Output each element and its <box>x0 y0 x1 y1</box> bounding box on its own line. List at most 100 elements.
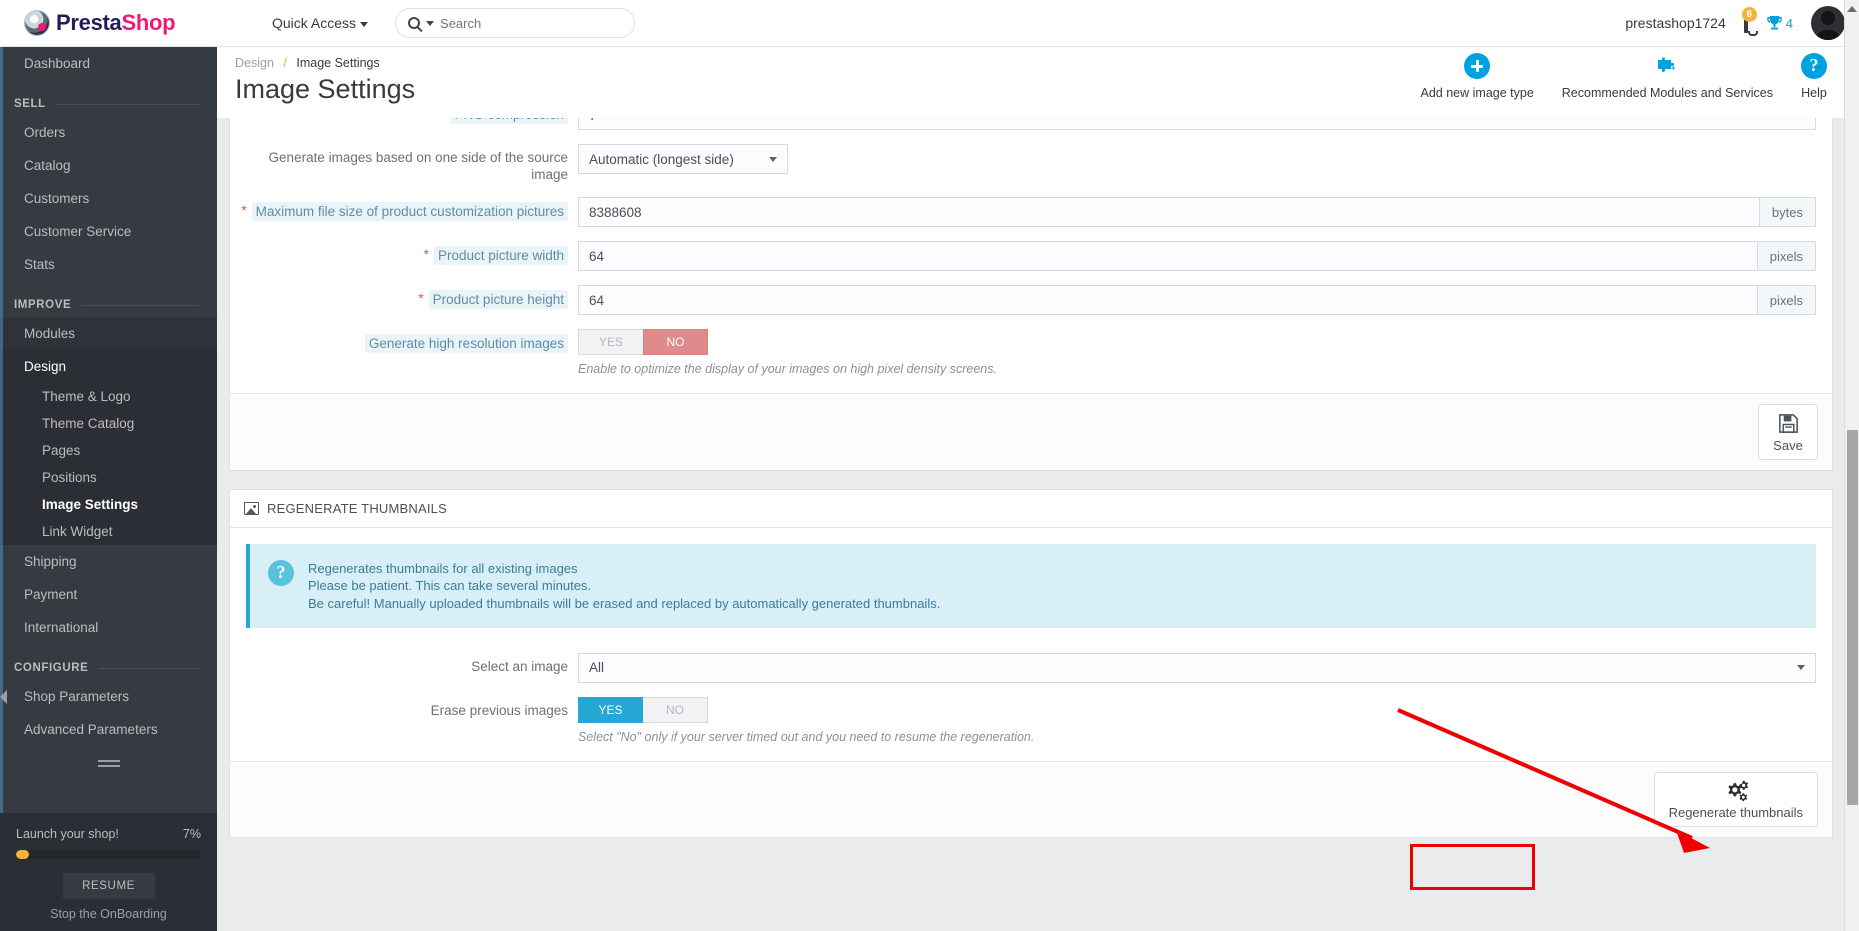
sidebar-item-shipping[interactable]: Shipping <box>0 545 217 578</box>
prestashop-logo-icon <box>24 10 50 36</box>
high-resolution-label[interactable]: Generate high resolution images <box>364 334 568 353</box>
regenerate-thumbnails-header: REGENERATE THUMBNAILS <box>230 490 1832 528</box>
sidebar-item-customers[interactable]: Customers <box>0 182 217 215</box>
sidebar-item-international[interactable]: International <box>0 611 217 644</box>
achievements-button[interactable]: 4 <box>1766 15 1793 31</box>
sidebar-item-stats[interactable]: Stats <box>0 248 217 281</box>
recommended-modules-button[interactable]: Recommended Modules and Services <box>1548 49 1787 104</box>
notifications-button[interactable]: 6 <box>1741 7 1757 33</box>
prestashop-logo[interactable]: PrestaShop <box>24 10 176 36</box>
max-file-size-label[interactable]: Maximum file size of product customizati… <box>251 202 568 221</box>
sidebar-item-advanced-parameters[interactable]: Advanced Parameters <box>0 713 217 746</box>
erase-previous-images-toggle[interactable]: YES NO <box>578 696 1816 723</box>
sidebar-item-shop-parameters[interactable]: Shop Parameters <box>0 680 217 713</box>
onboarding-progress-track <box>16 850 201 859</box>
erase-previous-yes-option[interactable]: YES <box>578 696 643 723</box>
regenerate-thumbnails-button[interactable]: Regenerate thumbnails <box>1653 771 1818 827</box>
sidebar-item-dashboard[interactable]: Dashboard <box>0 47 217 80</box>
breadcrumb-separator: / <box>283 56 287 70</box>
product-picture-width-input[interactable] <box>578 241 1758 271</box>
high-resolution-no-option[interactable]: NO <box>643 329 708 355</box>
sidebar-item-payment[interactable]: Payment <box>0 578 217 611</box>
max-file-size-label-wrap: * Maximum file size of product customiza… <box>230 197 578 221</box>
select-an-image-field: All <box>578 652 1832 683</box>
generate-images-based-on-select[interactable]: Automatic (longest side) <box>578 144 788 174</box>
png-compression-field <box>578 118 1832 130</box>
sidebar-item-theme-and-logo[interactable]: Theme & Logo <box>0 383 217 410</box>
scroll-up-arrow-icon[interactable] <box>1847 6 1857 12</box>
required-asterisk: * <box>241 203 247 218</box>
product-picture-width-label[interactable]: Product picture width <box>433 246 568 265</box>
max-file-size-input[interactable] <box>578 197 1760 227</box>
product-picture-width-label-wrap: * Product picture width <box>230 241 578 265</box>
main-sidebar: Dashboard SELL Orders Catalog Customers … <box>0 0 217 931</box>
high-resolution-label-wrap: Generate high resolution images <box>230 329 578 353</box>
sidebar-item-design-group: Design Theme & Logo Theme Catalog Pages … <box>0 350 217 545</box>
divider <box>98 667 199 669</box>
sidebar-collapse-handle[interactable] <box>0 746 217 777</box>
alert-line-3: Be careful! Manually uploaded thumbnails… <box>308 595 941 611</box>
form-row-product-picture-width: * Product picture width pixels <box>230 234 1832 278</box>
high-resolution-yes-option[interactable]: YES <box>578 329 643 355</box>
select-an-image-select[interactable]: All <box>578 652 1816 683</box>
shop-name-label[interactable]: prestashop1724 <box>1625 15 1725 31</box>
search-icon <box>408 17 421 29</box>
onboarding-resume-button[interactable]: RESUME <box>62 873 155 899</box>
sidebar-item-catalog[interactable]: Catalog <box>0 149 217 182</box>
product-picture-height-label-wrap: * Product picture height <box>230 285 578 309</box>
page-scrollbar[interactable] <box>1844 0 1859 931</box>
breadcrumb-parent-link[interactable]: Design <box>235 56 274 70</box>
image-settings-footer: Save <box>230 393 1832 470</box>
search-input[interactable] <box>440 15 611 31</box>
help-label: Help <box>1801 86 1827 100</box>
generate-images-based-on-field: Automatic (longest side) <box>578 144 1832 174</box>
form-row-max-file-size: * Maximum file size of product customiza… <box>230 190 1832 234</box>
form-row-erase-previous-images: Erase previous images YES NO Select "No"… <box>230 690 1832 751</box>
page-toolbar: Add new image type Recommended Modules a… <box>1407 49 1841 104</box>
sidebar-item-positions[interactable]: Positions <box>0 464 217 491</box>
add-new-image-type-button[interactable]: Add new image type <box>1407 49 1548 104</box>
form-row-generate-images-based-on: Generate images based on one side of the… <box>230 137 1832 190</box>
png-compression-input[interactable] <box>578 118 1816 130</box>
page-header: Design / Image Settings Image Settings A… <box>217 47 1859 118</box>
product-picture-width-field: pixels <box>578 241 1832 271</box>
regenerate-panel-footer: Regenerate thumbnails <box>230 760 1832 837</box>
brand-text-second: Shop <box>121 10 176 35</box>
sidebar-item-pages[interactable]: Pages <box>0 437 217 464</box>
high-resolution-toggle[interactable]: YES NO <box>578 329 1816 355</box>
brand-area[interactable]: PrestaShop <box>0 0 217 47</box>
scrollbar-thumb[interactable] <box>1847 430 1858 805</box>
regenerate-thumbnails-panel: REGENERATE THUMBNAILS ? Regenerates thum… <box>229 489 1833 838</box>
save-button[interactable]: Save <box>1758 404 1818 460</box>
hamburger-line <box>97 765 120 767</box>
help-button[interactable]: ? Help <box>1787 49 1841 104</box>
product-picture-height-label[interactable]: Product picture height <box>428 290 568 309</box>
quick-access-menu[interactable]: Quick Access <box>272 15 369 31</box>
page-content: * JPEG compression * PNG compression <box>217 118 1845 931</box>
search-scope-chevron-down-icon[interactable] <box>426 20 435 26</box>
avatar[interactable] <box>1811 6 1845 40</box>
sidebar-item-orders[interactable]: Orders <box>0 116 217 149</box>
product-picture-height-field: pixels <box>578 285 1832 315</box>
sidebar-item-theme-catalog[interactable]: Theme Catalog <box>0 410 217 437</box>
sidebar-item-image-settings[interactable]: Image Settings <box>0 491 217 518</box>
image-settings-panel: * JPEG compression * PNG compression <box>229 118 1833 471</box>
product-picture-width-unit: pixels <box>1757 241 1816 271</box>
question-circle-icon: ? <box>268 560 294 586</box>
global-search[interactable] <box>395 8 636 38</box>
sidebar-section-configure: CONFIGURE <box>0 644 217 680</box>
erase-previous-no-option[interactable]: NO <box>643 696 708 723</box>
onboarding-percent: 7% <box>182 827 201 841</box>
sidebar-item-design[interactable]: Design <box>0 350 217 383</box>
sidebar-section-title: IMPROVE <box>14 299 72 311</box>
onboarding-stop-link[interactable]: Stop the OnBoarding <box>16 907 201 921</box>
sidebar-item-modules[interactable]: Modules <box>0 317 217 350</box>
product-picture-height-input[interactable] <box>578 285 1758 315</box>
png-compression-label[interactable]: PNG compression <box>450 118 568 124</box>
sidebar-item-link-widget[interactable]: Link Widget <box>0 518 217 545</box>
chevron-down-icon <box>360 21 369 27</box>
add-new-image-type-label: Add new image type <box>1420 86 1534 100</box>
sidebar-section-sell: SELL <box>0 80 217 116</box>
required-asterisk: * <box>440 118 445 122</box>
sidebar-item-customer-service[interactable]: Customer Service <box>0 215 217 248</box>
